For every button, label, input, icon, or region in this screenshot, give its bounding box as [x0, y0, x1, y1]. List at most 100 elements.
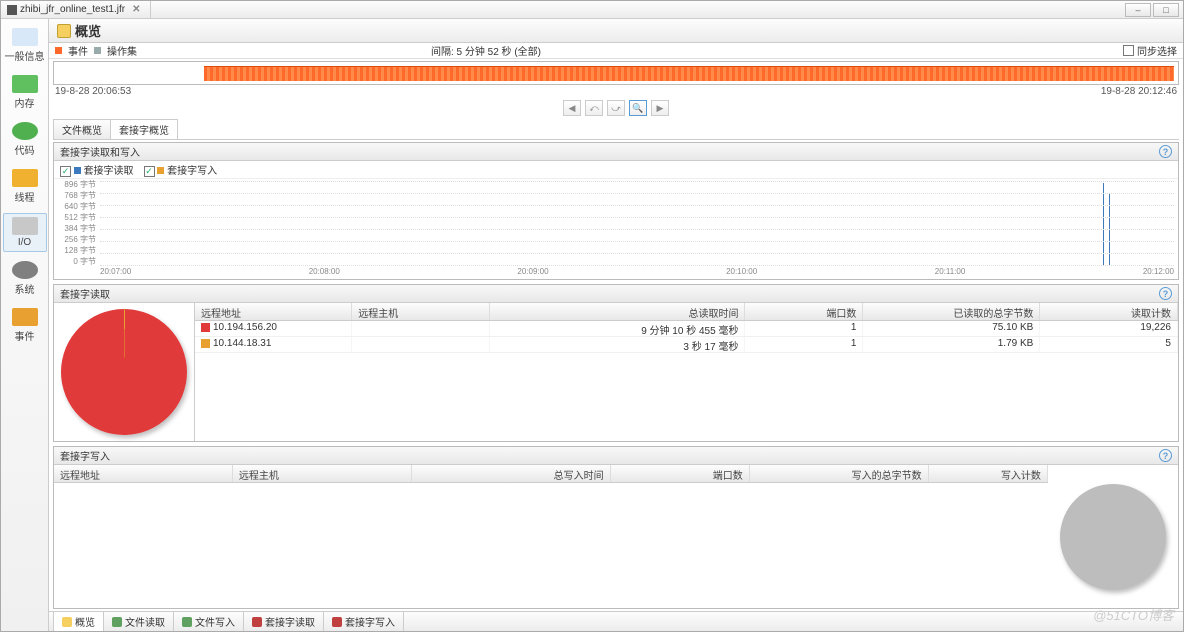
write-checkbox[interactable]: ✓ — [144, 166, 155, 177]
timeline[interactable] — [53, 61, 1179, 85]
sidebar-item-threads[interactable]: 线程 — [3, 166, 47, 207]
io-icon — [12, 217, 38, 235]
subtab-file-overview[interactable]: 文件概览 — [53, 119, 111, 139]
legend-events: 事件 — [68, 43, 88, 58]
y-tick: 256 字节 — [56, 234, 98, 245]
cell: 1 — [745, 337, 863, 352]
sidebar-item-code[interactable]: 代码 — [3, 119, 47, 160]
write-check-label: 套接字写入 — [167, 166, 217, 177]
col-header[interactable]: 远程主机 — [352, 303, 490, 320]
col-header[interactable]: 写入的总字节数 — [750, 465, 929, 482]
dashboard-icon — [12, 28, 38, 46]
y-tick: 0 字节 — [56, 256, 98, 267]
x-tick: 20:07:00 — [100, 267, 131, 279]
nav-next-button[interactable]: ▶ — [651, 100, 669, 116]
file-read-icon — [112, 617, 122, 627]
read-legend-dot — [74, 167, 81, 174]
col-header[interactable]: 端口数 — [611, 465, 750, 482]
table-row[interactable]: 10.144.18.313 秒 17 毫秒11.79 KB5 — [195, 337, 1178, 353]
btab-label: 套接字读取 — [265, 614, 315, 629]
cell: 5 — [1040, 337, 1178, 352]
sidebar-item-io[interactable]: I/O — [3, 213, 47, 252]
col-header[interactable]: 远程地址 — [195, 303, 352, 320]
cell: 10.144.18.31 — [195, 337, 352, 352]
legend-opsets-dot — [94, 47, 101, 54]
page-title: 概览 — [75, 21, 101, 40]
filename: zhibi_jfr_online_test1.jfr — [20, 4, 125, 15]
sidebar-item-label: 事件 — [15, 328, 35, 343]
read-check-label: 套接字读取 — [84, 166, 134, 177]
nav-zoom-out-button[interactable]: ⤺ — [585, 100, 603, 116]
legend-events-dot — [55, 47, 62, 54]
read-pie-chart[interactable] — [61, 309, 187, 435]
subtab-socket-overview[interactable]: 套接字概览 — [110, 119, 178, 139]
cell — [352, 321, 490, 336]
maximize-button[interactable]: □ — [1153, 3, 1179, 17]
btab-overview[interactable]: 概览 — [53, 611, 104, 631]
system-icon — [12, 261, 38, 279]
sidebar-item-label: 内存 — [15, 95, 35, 110]
file-icon — [7, 5, 17, 15]
x-tick: 20:12:00 — [1143, 267, 1174, 279]
read-checkbox[interactable]: ✓ — [60, 166, 71, 177]
events-icon — [12, 308, 38, 326]
read-table: 远程地址远程主机总读取时间端口数已读取的总字节数读取计数 10.194.156.… — [194, 303, 1178, 441]
overview-icon — [57, 24, 71, 38]
x-tick: 20:11:00 — [935, 267, 966, 279]
sync-checkbox[interactable] — [1123, 45, 1134, 56]
sidebar-item-general[interactable]: 一般信息 — [3, 25, 47, 66]
sidebar-item-events[interactable]: 事件 — [3, 305, 47, 346]
sidebar-item-memory[interactable]: 内存 — [3, 72, 47, 113]
socket-read-icon — [252, 617, 262, 627]
x-tick: 20:08:00 — [309, 267, 340, 279]
col-header[interactable]: 写入计数 — [929, 465, 1048, 482]
titlebar: zhibi_jfr_online_test1.jfr ✕ – □ — [1, 1, 1183, 19]
btab-socket-read[interactable]: 套接字读取 — [243, 611, 324, 631]
col-header[interactable]: 端口数 — [745, 303, 863, 320]
code-icon — [12, 122, 38, 140]
nav-prev-button[interactable]: ◀ — [563, 100, 581, 116]
timeline-controls: 事件 操作集 间隔: 5 分钟 52 秒 (全部) 同步选择 — [49, 43, 1183, 59]
col-header[interactable]: 总读取时间 — [490, 303, 746, 320]
col-header[interactable]: 已读取的总字节数 — [863, 303, 1040, 320]
nav-zoom-in-button[interactable]: ⤻ — [607, 100, 625, 116]
help-icon[interactable]: ? — [1159, 145, 1172, 158]
btab-file-write[interactable]: 文件写入 — [173, 611, 244, 631]
subtab-label: 文件概览 — [62, 126, 102, 137]
x-tick: 20:10:00 — [726, 267, 757, 279]
rw-chart[interactable]: 896 字节768 字节640 字节512 字节384 字节256 字节128 … — [54, 179, 1178, 279]
col-header[interactable]: 读取计数 — [1040, 303, 1178, 320]
cell — [352, 337, 490, 352]
help-icon[interactable]: ? — [1159, 449, 1172, 462]
cell: 1.79 KB — [863, 337, 1040, 352]
col-header[interactable]: 总写入时间 — [412, 465, 611, 482]
write-pie-chart[interactable] — [1060, 484, 1166, 590]
read-section-title: 套接字读取 — [60, 286, 110, 301]
btab-socket-write[interactable]: 套接字写入 — [323, 611, 404, 631]
watermark: @51CTO博客 — [1093, 605, 1174, 624]
col-header[interactable]: 远程主机 — [233, 465, 412, 482]
close-tab-button[interactable]: ✕ — [128, 4, 144, 15]
timeline-end: 19-8-28 20:12:46 — [1101, 86, 1177, 97]
y-tick: 768 字节 — [56, 190, 98, 201]
cell: 9 分钟 10 秒 455 毫秒 — [490, 321, 746, 336]
write-section-title: 套接字写入 — [60, 448, 110, 463]
btab-label: 文件读取 — [125, 614, 165, 629]
help-icon[interactable]: ? — [1159, 287, 1172, 300]
cell: 19,226 — [1040, 321, 1178, 336]
sync-label: 同步选择 — [1137, 43, 1177, 58]
file-tab[interactable]: zhibi_jfr_online_test1.jfr ✕ — [1, 1, 151, 19]
table-row[interactable]: 10.194.156.209 分钟 10 秒 455 毫秒175.10 KB19… — [195, 321, 1178, 337]
legend-opsets: 操作集 — [107, 43, 137, 58]
btab-label: 概览 — [75, 614, 95, 629]
sidebar-item-label: 代码 — [15, 142, 35, 157]
btab-label: 文件写入 — [195, 614, 235, 629]
btab-file-read[interactable]: 文件读取 — [103, 611, 174, 631]
minimize-button[interactable]: – — [1125, 3, 1151, 17]
col-header[interactable]: 远程地址 — [54, 465, 233, 482]
sidebar-item-system[interactable]: 系统 — [3, 258, 47, 299]
nav-zoom-selection-button[interactable]: 🔍 — [629, 100, 647, 116]
file-write-icon — [182, 617, 192, 627]
page-header: 概览 — [49, 19, 1183, 43]
threads-icon — [12, 169, 38, 187]
